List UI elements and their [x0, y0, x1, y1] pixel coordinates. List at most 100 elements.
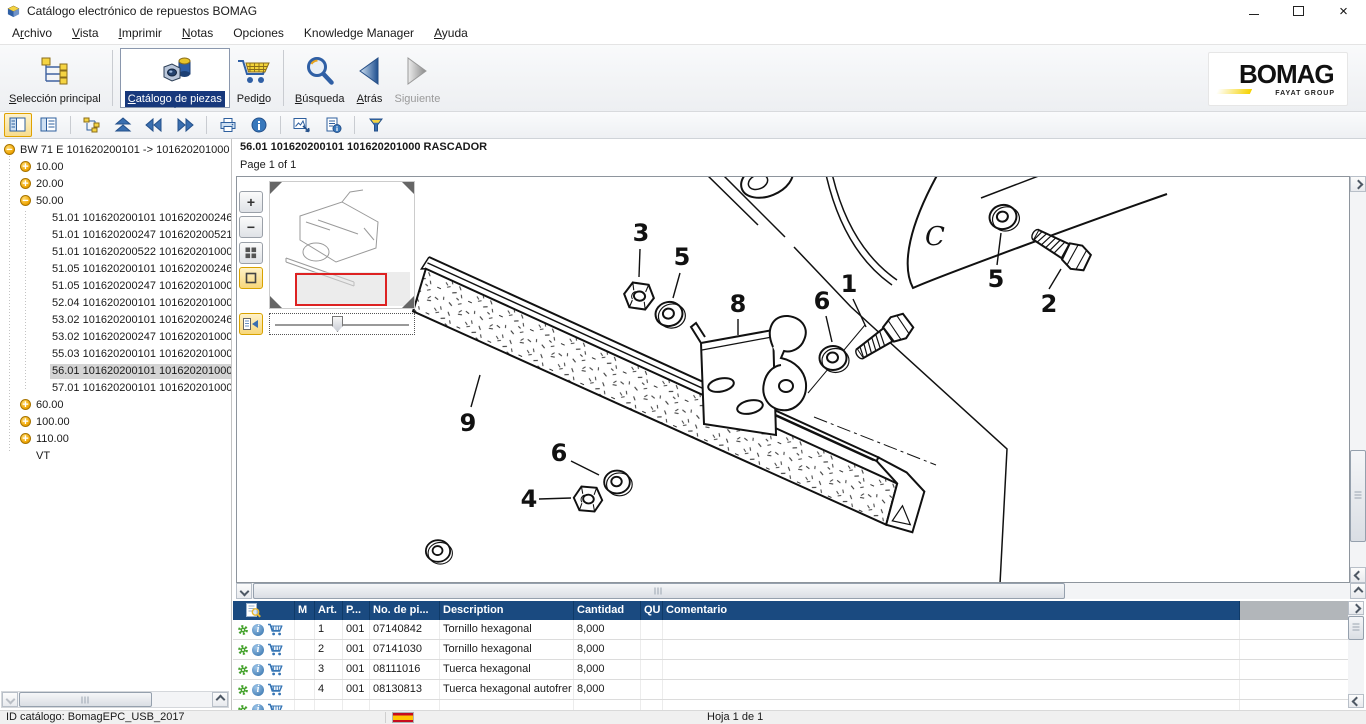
zoom-window-button[interactable] [239, 267, 263, 289]
add-to-cart-icon[interactable] [267, 683, 283, 696]
tree-collapse-icon[interactable]: − [4, 144, 15, 155]
tree-horizontal-scrollbar[interactable] [1, 691, 229, 708]
tree-expand-icon[interactable]: + [20, 399, 31, 410]
gear-icon[interactable] [237, 644, 249, 656]
scroll-right-button[interactable] [1350, 583, 1366, 599]
tree-structure-button[interactable] [78, 113, 106, 137]
tree-expand-icon[interactable]: + [20, 178, 31, 189]
menu-item-ayuda[interactable]: Ayuda [424, 22, 478, 44]
drawing-thumbnail[interactable] [269, 181, 415, 309]
add-to-cart-icon[interactable] [267, 623, 283, 636]
close-button[interactable]: × [1321, 0, 1366, 22]
menu-item-notas[interactable]: Notas [172, 22, 223, 44]
menu-item-vista[interactable]: Vista [62, 22, 108, 44]
table-row[interactable]: i [233, 700, 1348, 710]
tree-item[interactable]: 52.04 101620200101 101620201000 [0, 295, 231, 312]
info-icon[interactable]: i [252, 684, 264, 696]
drawing-horizontal-scrollbar[interactable] [236, 583, 1366, 599]
add-to-cart-icon[interactable] [267, 663, 283, 676]
panel-columns-button[interactable] [35, 113, 63, 137]
table-header-p[interactable]: P... [343, 601, 370, 620]
tree-expand-icon[interactable]: + [20, 416, 31, 427]
info-icon[interactable]: i [252, 624, 264, 636]
print-button[interactable] [214, 113, 242, 137]
first-page-button[interactable] [140, 113, 168, 137]
tree-item[interactable]: 55.03 101620200101 101620201000 [0, 346, 231, 363]
tree-item[interactable]: 51.01 101620200101 101620200246 [0, 210, 231, 227]
scrollbar-thumb[interactable] [1348, 616, 1364, 640]
slider-thumb[interactable] [332, 316, 343, 332]
table-header-search-icon[interactable] [233, 601, 295, 620]
scroll-up-button[interactable] [1348, 601, 1364, 615]
table-vertical-scrollbar[interactable] [1348, 601, 1364, 708]
menu-item-knowledge-manager[interactable]: Knowledge Manager [294, 22, 424, 44]
collapse-up-button[interactable] [109, 113, 137, 137]
scrollbar-thumb[interactable] [1350, 450, 1366, 542]
table-row[interactable]: i200107141030Tornillo hexagonal8,000 [233, 640, 1348, 660]
table-row[interactable]: i300108111016Tuerca hexagonal8,000 [233, 660, 1348, 680]
gear-icon[interactable] [237, 684, 249, 696]
gear-icon[interactable] [237, 664, 249, 676]
menu-item-opciones[interactable]: Opciones [223, 22, 294, 44]
tree-item[interactable]: VT [0, 448, 231, 465]
maximize-button[interactable] [1276, 0, 1321, 22]
scroll-left-button[interactable] [236, 583, 252, 599]
tree-item[interactable]: 51.05 101620200101 101620200246 [0, 261, 231, 278]
scroll-right-button[interactable] [212, 692, 228, 707]
scroll-down-button[interactable] [1350, 567, 1366, 583]
info-icon[interactable]: i [252, 664, 264, 676]
tree-item[interactable]: +20.00 [0, 176, 231, 193]
document-info-button[interactable] [319, 113, 347, 137]
tree-item[interactable]: +100.00 [0, 414, 231, 431]
drawing-viewport[interactable]: C 3586152964 + − [236, 176, 1350, 583]
scroll-down-button[interactable] [1348, 694, 1364, 708]
scrollbar-thumb[interactable] [19, 692, 152, 707]
menu-item-archivo[interactable]: Archivo [2, 22, 62, 44]
forward-button[interactable]: Siguiente [390, 48, 444, 108]
tree-expand-icon[interactable]: + [20, 433, 31, 444]
order-button[interactable]: Pedido [232, 48, 276, 108]
table-header-art[interactable]: Art. [315, 601, 343, 620]
panel-list-button[interactable] [4, 113, 32, 137]
minimize-button[interactable] [1231, 0, 1276, 22]
back-button[interactable]: Atrás [350, 48, 388, 108]
scroll-left-button[interactable] [2, 692, 18, 707]
table-header-nodepi[interactable]: No. de pi... [370, 601, 440, 620]
export-image-button[interactable] [288, 113, 316, 137]
menu-item-imprimir[interactable]: Imprimir [109, 22, 172, 44]
next-page-button[interactable] [171, 113, 199, 137]
search-button[interactable]: Búsqueda [291, 48, 349, 108]
add-to-cart-icon[interactable] [267, 643, 283, 656]
tree-item[interactable]: 53.02 101620200247 101620201000 [0, 329, 231, 346]
tree-item[interactable]: 51.05 101620200247 101620201000 [0, 278, 231, 295]
tree-collapse-icon[interactable]: − [20, 195, 31, 206]
info-button[interactable] [245, 113, 273, 137]
zoom-slider[interactable] [269, 313, 415, 335]
info-icon[interactable]: i [252, 644, 264, 656]
tree-item[interactable]: −BW 71 E 101620200101 -> 101620201000 [0, 142, 231, 159]
add-to-cart-icon[interactable] [267, 703, 283, 710]
zoom-out-button[interactable]: − [239, 216, 263, 238]
gear-icon[interactable] [237, 624, 249, 636]
tree-item[interactable]: +110.00 [0, 431, 231, 448]
main-selection-button[interactable]: Selección principal [5, 48, 105, 108]
filter-button[interactable] [362, 113, 390, 137]
scroll-up-button[interactable] [1350, 176, 1366, 192]
tree-item[interactable]: +60.00 [0, 397, 231, 414]
table-header-m[interactable]: M [295, 601, 315, 620]
scrollbar-thumb[interactable] [253, 583, 1065, 599]
zoom-all-button[interactable] [239, 242, 263, 264]
tree-expand-icon[interactable]: + [20, 161, 31, 172]
parts-catalog-button[interactable]: Catálogo de piezas [120, 48, 230, 108]
table-header-comentario[interactable]: Comentario [663, 601, 1240, 620]
tree-item[interactable]: 51.01 101620200522 101620201000 [0, 244, 231, 261]
table-header-qu[interactable]: QU [641, 601, 663, 620]
collapse-navigator-button[interactable] [239, 313, 263, 335]
tree-item[interactable]: 53.02 101620200101 101620200246 [0, 312, 231, 329]
drawing-vertical-scrollbar[interactable] [1350, 176, 1366, 583]
table-row[interactable]: i400108130813Tuerca hexagonal autofrer8,… [233, 680, 1348, 700]
tree-item[interactable]: 51.01 101620200247 101620200521 [0, 227, 231, 244]
table-header-cantidad[interactable]: Cantidad [574, 601, 641, 620]
tree-item[interactable]: −50.00 [0, 193, 231, 210]
table-header-description[interactable]: Description [440, 601, 574, 620]
